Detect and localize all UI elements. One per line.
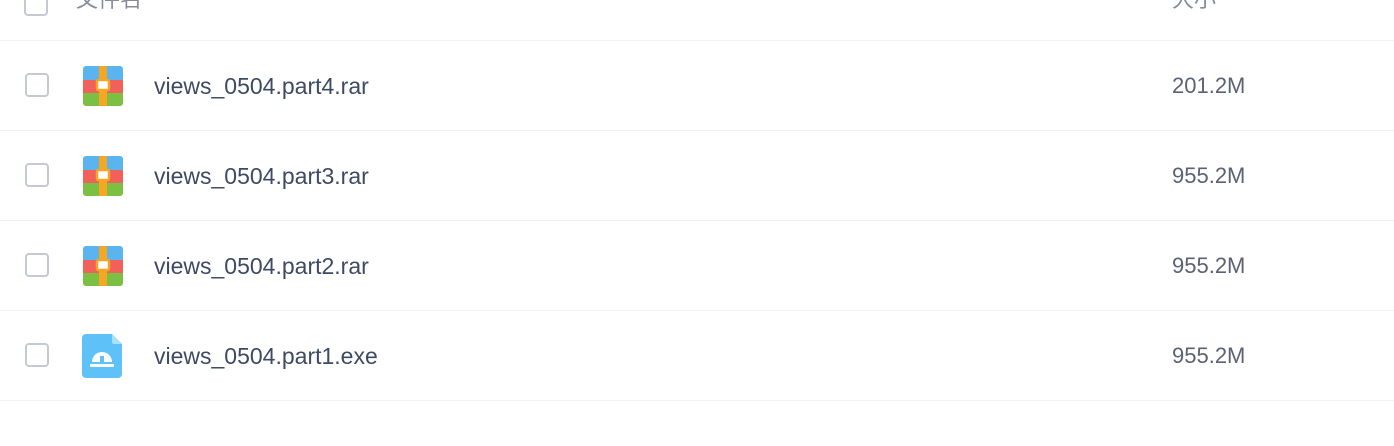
rar-archive-icon [83, 246, 123, 286]
file-size: 955.2M [1172, 163, 1246, 188]
file-name[interactable]: views_0504.part1.exe [154, 341, 378, 371]
file-checkbox[interactable] [25, 343, 49, 367]
file-size: 201.2M [1172, 73, 1246, 98]
file-size: 955.2M [1172, 343, 1246, 368]
file-name[interactable]: views_0504.part4.rar [154, 71, 369, 101]
file-checkbox[interactable] [25, 73, 49, 97]
file-checkbox[interactable] [25, 253, 49, 277]
column-header-filename[interactable]: 文件名 [76, 0, 142, 14]
file-row[interactable]: views_0504.part2.rar 955.2M [0, 221, 1394, 311]
file-checkbox[interactable] [25, 163, 49, 187]
file-size: 955.2M [1172, 253, 1246, 278]
file-list-header: 文件名 大小 [0, 0, 1394, 41]
file-row[interactable]: views_0504.part4.rar 201.2M [0, 41, 1394, 131]
file-row[interactable]: views_0504.part3.rar 955.2M [0, 131, 1394, 221]
file-list: 文件名 大小 views_0504.part4.rar 201.2M v [0, 0, 1394, 401]
rar-archive-icon [83, 66, 123, 106]
rar-archive-icon [83, 156, 123, 196]
file-name[interactable]: views_0504.part2.rar [154, 251, 369, 281]
file-row[interactable]: views_0504.part1.exe 955.2M [0, 311, 1394, 401]
exe-file-icon [82, 334, 122, 378]
column-header-size[interactable]: 大小 [1172, 0, 1216, 14]
file-name[interactable]: views_0504.part3.rar [154, 161, 369, 191]
select-all-checkbox[interactable] [24, 0, 48, 16]
